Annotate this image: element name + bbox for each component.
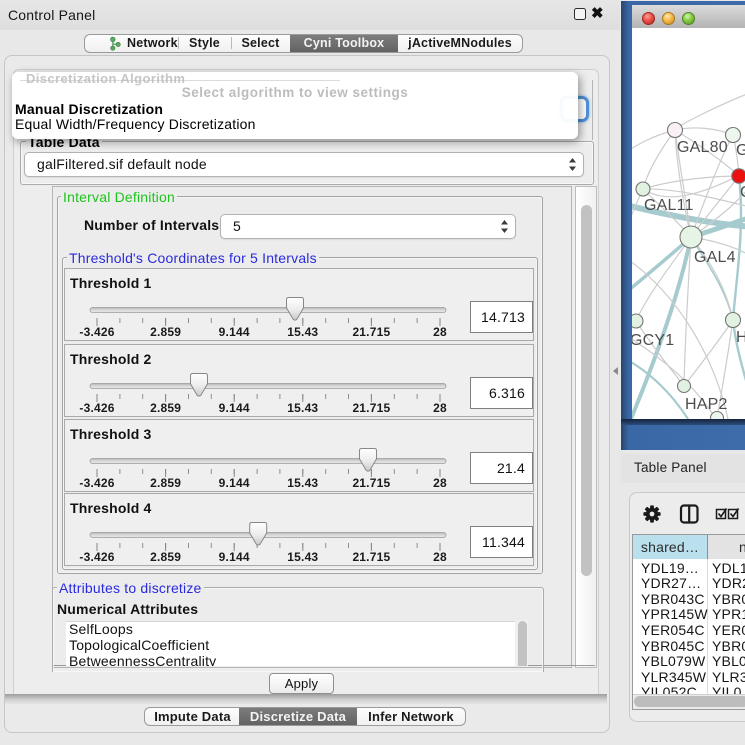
svg-text:15.43: 15.43 (287, 325, 318, 339)
svg-text:9.144: 9.144 (219, 401, 250, 415)
svg-text:-3.426: -3.426 (79, 476, 114, 490)
svg-text:2.859: 2.859 (150, 476, 181, 490)
svg-text:21.715: 21.715 (352, 476, 390, 490)
svg-text:GAL80: GAL80 (677, 139, 728, 156)
svg-text:GA: GA (736, 142, 745, 159)
svg-text:28: 28 (433, 325, 447, 339)
svg-text:15.43: 15.43 (287, 550, 318, 564)
svg-text:H: H (736, 329, 745, 346)
svg-text:15.43: 15.43 (287, 401, 318, 415)
svg-text:GAL4: GAL4 (694, 249, 736, 266)
svg-text:28: 28 (433, 550, 447, 564)
svg-text:21.715: 21.715 (352, 550, 390, 564)
svg-text:15.43: 15.43 (287, 476, 318, 490)
svg-text:9.144: 9.144 (219, 325, 250, 339)
svg-text:2.859: 2.859 (150, 401, 181, 415)
svg-text:21.715: 21.715 (352, 401, 390, 415)
svg-text:9.144: 9.144 (219, 550, 250, 564)
svg-text:2.859: 2.859 (150, 550, 181, 564)
svg-text:28: 28 (433, 401, 447, 415)
svg-text:-3.426: -3.426 (79, 401, 114, 415)
svg-text:21.715: 21.715 (352, 325, 390, 339)
svg-text:GCY1: GCY1 (632, 332, 674, 349)
svg-text:HAP2: HAP2 (685, 396, 728, 413)
svg-text:-3.426: -3.426 (79, 550, 114, 564)
svg-text:GAL11: GAL11 (644, 197, 694, 214)
svg-text:CY: CY (740, 184, 745, 201)
svg-text:2.859: 2.859 (150, 325, 181, 339)
svg-text:28: 28 (433, 476, 447, 490)
svg-text:9.144: 9.144 (219, 476, 250, 490)
svg-text:-3.426: -3.426 (79, 325, 114, 339)
